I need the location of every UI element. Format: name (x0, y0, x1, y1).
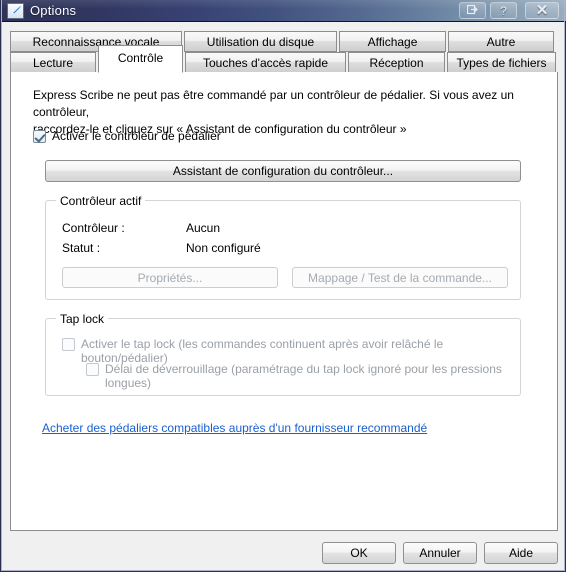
tab-affichage[interactable]: Affichage (339, 31, 446, 52)
controller-row-label: Contrôleur : (62, 221, 125, 235)
tab-reception[interactable]: Réception (348, 52, 445, 73)
tab-row-top: Reconnaissance vocale Utilisation du dis… (10, 31, 558, 52)
button-label: Annuler (419, 546, 461, 560)
enable-tap-lock-label: Activer le tap lock (les commandes conti… (81, 337, 444, 365)
button-label: OK (350, 546, 368, 560)
active-controller-legend: Contrôleur actif (56, 194, 146, 208)
restore-down-icon (466, 4, 478, 17)
purchase-pedals-link[interactable]: Acheter des pédaliers compatibles auprès… (42, 421, 427, 435)
window-title: Options (30, 3, 77, 18)
restore-down-button[interactable] (459, 2, 486, 19)
tab-strip: Reconnaissance vocale Utilisation du dis… (10, 31, 558, 73)
enable-pedal-controller-label: Activer le contrôleur de pédalier (52, 129, 221, 143)
status-row-value: Non configuré (186, 241, 261, 255)
enable-pedal-controller-checkbox[interactable]: Activer le contrôleur de pédalier (33, 129, 221, 143)
tab-utilisation-du-disque[interactable]: Utilisation du disque (184, 31, 337, 52)
tap-lock-group: Tap lock Activer le tap lock (les comman… (45, 312, 521, 396)
question-mark-icon: ? (500, 3, 507, 18)
tab-label: Utilisation du disque (206, 34, 315, 49)
tab-label: Affichage (367, 34, 418, 49)
checkbox-box-checked-icon (33, 130, 46, 143)
tab-label: Touches d'accès rapide (202, 55, 329, 70)
tab-touches-dacces-rapide[interactable]: Touches d'accès rapide (185, 52, 346, 73)
controller-row-value: Aucun (186, 221, 221, 235)
pen-icon-svg (12, 5, 22, 15)
tap-lock-legend: Tap lock (56, 312, 109, 326)
tab-label: Réception (369, 55, 424, 70)
button-label: Mappage / Test de la commande... (308, 270, 492, 285)
ok-button[interactable]: OK (322, 542, 396, 564)
tab-row-bottom: Lecture Contrôle Touches d'accès rapide … (10, 45, 558, 73)
close-button[interactable]: ✕ (525, 2, 559, 19)
unlock-delay-checkbox[interactable]: Délai de déverrouillage (paramétrage du … (86, 362, 520, 390)
tab-types-de-fichiers[interactable]: Types de fichiers (447, 52, 556, 73)
mapping-test-command-button[interactable]: Mappage / Test de la commande... (292, 267, 508, 288)
tab-panel-controle: Express Scribe ne peut pas être commandé… (10, 72, 558, 531)
status-row-label: Statut : (62, 241, 101, 255)
restore-down-icon-svg (466, 4, 478, 15)
tab-autre[interactable]: Autre (448, 31, 554, 52)
controller-setup-wizard-button[interactable]: Assistant de configuration du contrôleur… (45, 160, 521, 182)
title-bar[interactable]: Options ? ✕ (1, 0, 566, 22)
button-label: Propriétés... (137, 270, 203, 285)
unlock-delay-label: Délai de déverrouillage (paramétrage du … (105, 362, 502, 390)
close-icon: ✕ (535, 2, 549, 19)
button-label: Aide (508, 546, 534, 560)
help-dialog-button[interactable]: Aide (484, 542, 558, 564)
intro-line-1: Express Scribe ne peut pas être commandé… (33, 88, 514, 119)
properties-button[interactable]: Propriétés... (62, 267, 278, 288)
checkbox-box-unchecked-icon (86, 363, 99, 376)
tab-label: Lecture (32, 55, 74, 70)
button-label: Assistant de configuration du contrôleur… (172, 164, 394, 178)
tab-label: Types de fichiers (456, 55, 547, 70)
tab-controle[interactable]: Contrôle (98, 45, 183, 73)
cancel-button[interactable]: Annuler (403, 542, 477, 564)
options-dialog-window: Options ? ✕ Reconnaissance vocale Utilis… (0, 0, 566, 572)
checkbox-box-unchecked-icon (62, 338, 75, 351)
tab-lecture[interactable]: Lecture (10, 52, 96, 73)
help-button[interactable]: ? (490, 2, 517, 19)
enable-tap-lock-checkbox[interactable]: Activer le tap lock (les commandes conti… (62, 337, 520, 365)
pen-icon (7, 3, 24, 19)
tab-label: Autre (486, 34, 516, 49)
tab-label: Contrôle (117, 51, 164, 65)
dialog-footer: OK Annuler Aide (2, 532, 565, 570)
active-controller-group: Contrôleur actif Contrôleur : Aucun Stat… (45, 194, 521, 300)
